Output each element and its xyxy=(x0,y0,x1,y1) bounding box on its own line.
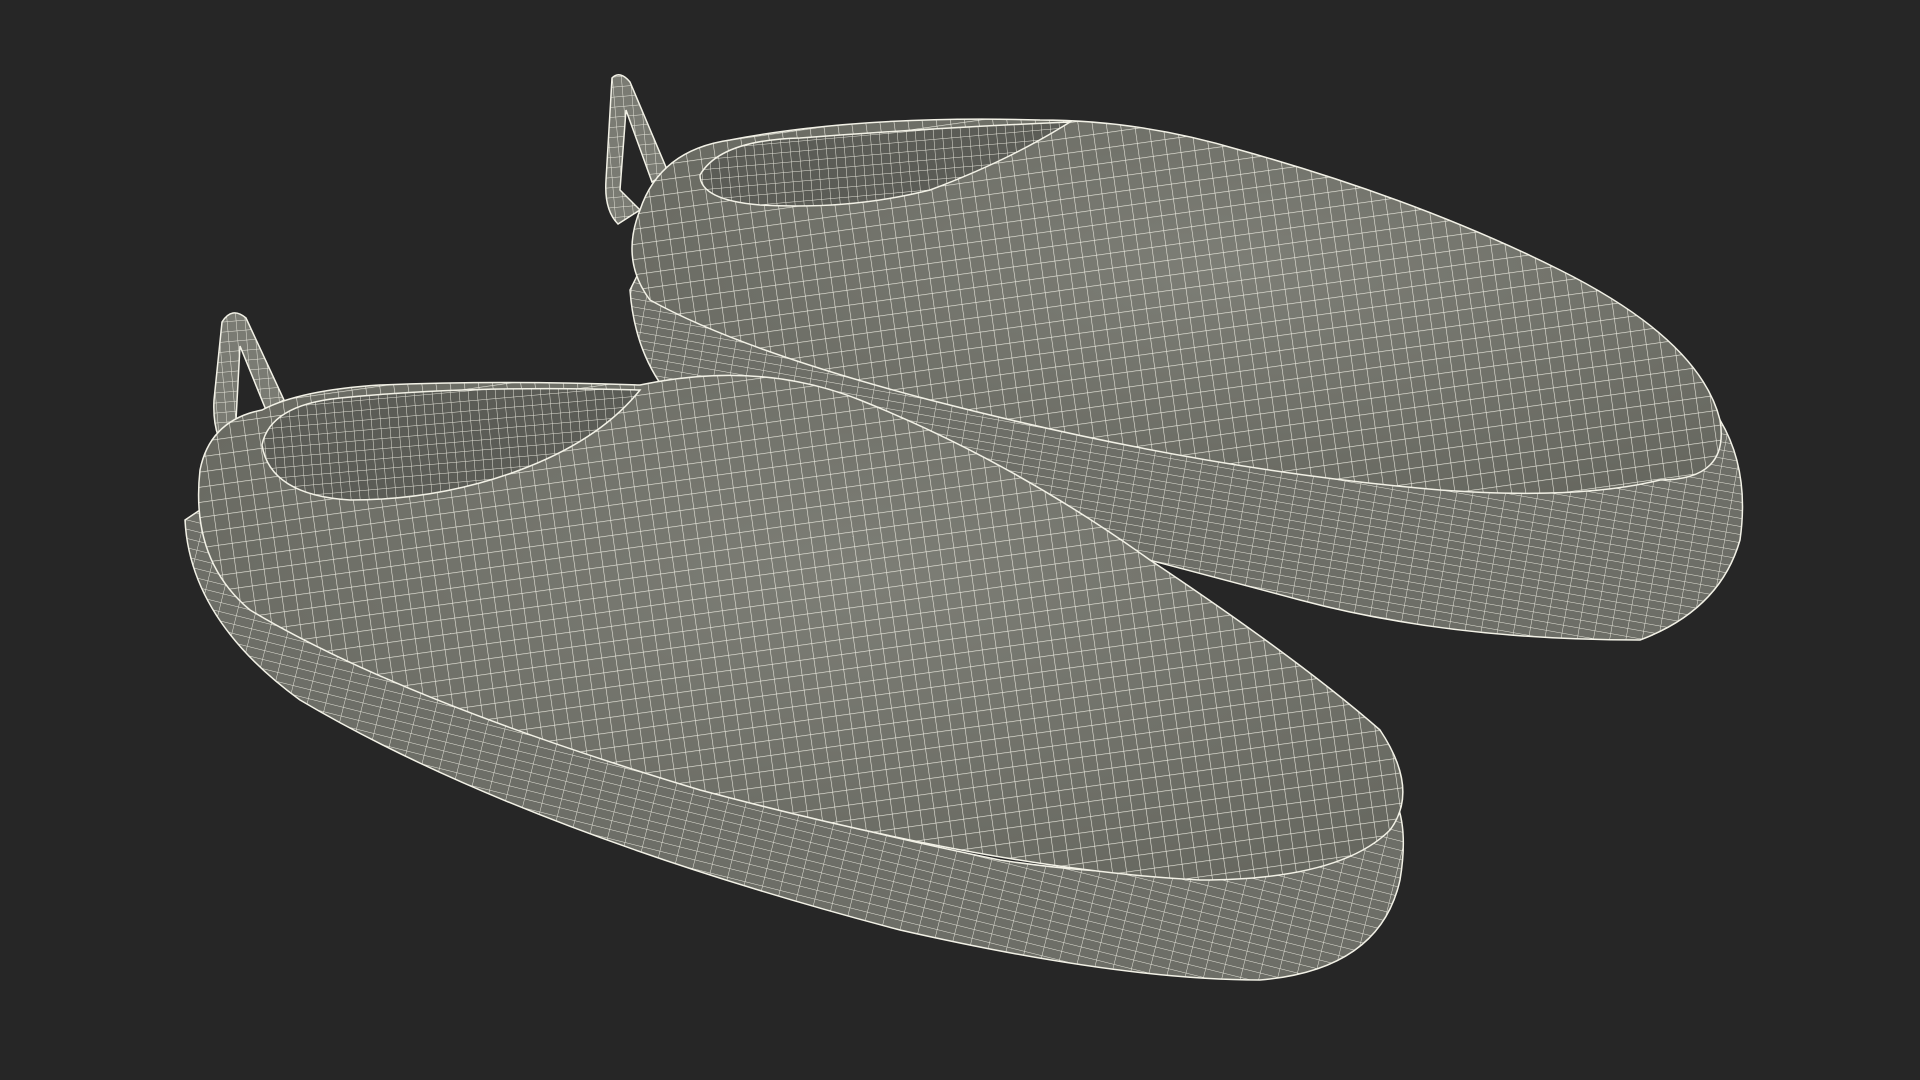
wireframe-scene xyxy=(184,74,1744,981)
render-viewport[interactable] xyxy=(0,0,1920,1080)
